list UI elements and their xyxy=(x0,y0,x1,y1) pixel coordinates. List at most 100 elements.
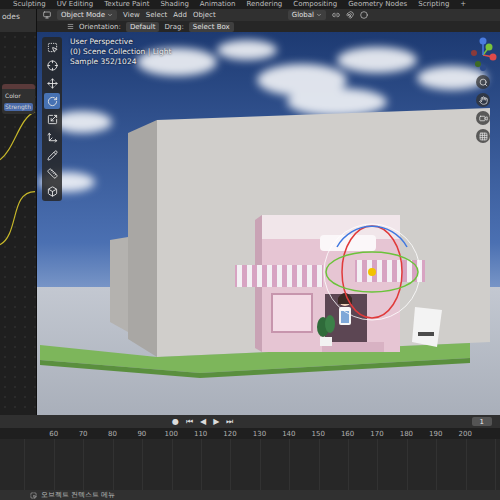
scale-icon xyxy=(47,114,58,125)
wall-block xyxy=(110,237,128,332)
measure-icon xyxy=(47,168,58,179)
playback-control[interactable]: ◀ xyxy=(200,417,206,426)
current-frame-field[interactable]: 1 xyxy=(472,417,492,426)
workspace-tab[interactable]: Shading xyxy=(159,0,189,9)
status-bar: 오브젝트 컨텍스트 메뉴 xyxy=(0,490,500,500)
hand-icon xyxy=(479,96,488,105)
transform-dropdown[interactable]: Global xyxy=(288,10,326,20)
ruler-label: 160 xyxy=(333,430,362,438)
workspace-tab[interactable]: Texture Paint xyxy=(103,0,150,9)
ruler-label: 60 xyxy=(39,430,68,438)
node-field[interactable]: Color xyxy=(4,92,33,100)
tool-button[interactable] xyxy=(44,57,60,73)
info-line: Sample 352/1024 xyxy=(70,57,171,67)
node-canvas[interactable]: Color Strength xyxy=(0,32,36,415)
axis-gizmo-icon[interactable] xyxy=(469,37,497,71)
tool-button[interactable] xyxy=(44,147,60,163)
mode-dropdown[interactable]: Object Mode xyxy=(57,10,117,20)
shop xyxy=(235,215,442,352)
rotate-icon xyxy=(47,96,58,107)
pivot-icon[interactable] xyxy=(332,11,340,19)
zoom-icon xyxy=(479,78,488,87)
add-cube-icon xyxy=(47,186,58,197)
playback-control[interactable]: ▶ xyxy=(213,417,219,426)
ruler-label: 110 xyxy=(186,430,215,438)
move-icon xyxy=(47,78,58,89)
orientation-dropdown[interactable]: Default xyxy=(126,22,160,32)
frame-ruler[interactable]: 6070809010011012013014015016017018019020… xyxy=(0,428,500,439)
workspace-tab[interactable]: Sculpting xyxy=(12,0,47,9)
viewport-info: User Perspective(0) Scene Collection | L… xyxy=(70,37,171,67)
nav-button[interactable] xyxy=(476,129,490,143)
add-workspace-button[interactable]: + xyxy=(459,0,467,9)
workspace-tab[interactable]: Geometry Nodes xyxy=(347,0,408,9)
render-view[interactable] xyxy=(37,32,500,415)
tool-button[interactable] xyxy=(44,129,60,145)
camera-icon xyxy=(479,114,488,123)
mouse-icon xyxy=(30,492,37,499)
timeline-track[interactable] xyxy=(0,439,500,490)
tool-button[interactable] xyxy=(44,111,60,127)
emission-node[interactable]: Color Strength xyxy=(2,84,35,114)
ruler-label: 120 xyxy=(215,430,244,438)
workspace-tab[interactable]: Scripting xyxy=(417,0,450,9)
workspace-tab[interactable]: Compositing xyxy=(292,0,338,9)
drag-label: Drag: xyxy=(164,23,183,31)
tool-button[interactable] xyxy=(44,39,60,55)
header-menu[interactable]: Select xyxy=(146,11,168,19)
header-menu[interactable]: Object xyxy=(193,11,216,19)
timeline-header: ● ⏮ ◀ ▶ ⏭ 1 xyxy=(0,415,500,428)
viewport-header: Object Mode View Select Add Object Global xyxy=(37,9,500,21)
editor-row: odes Color Strength Object Mode View Select Ad… xyxy=(0,9,500,415)
ruler-label: 190 xyxy=(421,430,450,438)
tool-settings-bar: Orientation: Default Drag: Select Box xyxy=(37,21,500,32)
playback-control[interactable]: ⏮ xyxy=(186,417,193,427)
tool-button[interactable] xyxy=(44,93,60,109)
ruler-label: 150 xyxy=(304,430,333,438)
info-line: User Perspective xyxy=(70,37,171,47)
nav-button[interactable] xyxy=(476,93,490,107)
ruler-label: 90 xyxy=(127,430,156,438)
workspace-bar: Sculpting UV Editing Texture Paint Shading A… xyxy=(0,0,500,9)
chevron-icon xyxy=(107,12,113,18)
orientation-label: Orientation: xyxy=(79,23,121,31)
ruler-label: 80 xyxy=(98,430,127,438)
ruler-label: 170 xyxy=(362,430,391,438)
workspace-tab[interactable]: UV Editing xyxy=(56,0,95,9)
workspace-tab[interactable]: Rendering xyxy=(246,0,284,9)
editor-type-icon[interactable] xyxy=(43,11,51,19)
blender-window: Sculpting UV Editing Texture Paint Shading A… xyxy=(0,0,500,500)
grass-edge xyxy=(40,358,470,378)
nav-button[interactable] xyxy=(476,111,490,125)
drag-dropdown[interactable]: Select Box xyxy=(189,22,234,32)
transform-icon xyxy=(47,132,58,143)
tool-button[interactable] xyxy=(44,165,60,181)
rotate-gizmo[interactable] xyxy=(324,224,420,320)
node-editor-header: odes xyxy=(0,9,36,32)
header-menu[interactable]: View xyxy=(123,11,140,19)
wall-side xyxy=(128,120,157,357)
ruler-label: 130 xyxy=(245,430,274,438)
tool-button[interactable] xyxy=(44,75,60,91)
menu-icon[interactable] xyxy=(67,23,74,30)
wall-front xyxy=(157,108,490,357)
ruler-label: 70 xyxy=(68,430,97,438)
proportional-icon[interactable] xyxy=(360,11,368,19)
cursor-icon xyxy=(47,60,58,71)
nav-button[interactable] xyxy=(476,75,490,89)
node-field[interactable]: Strength xyxy=(4,103,33,111)
sky xyxy=(37,32,500,415)
ruler-label: 100 xyxy=(157,430,186,438)
tool-button[interactable] xyxy=(44,183,60,199)
overlay-spacer xyxy=(179,37,461,410)
viewport[interactable]: User Perspective(0) Scene Collection | L… xyxy=(37,32,500,415)
ruler-label: 140 xyxy=(274,430,303,438)
timeline: ●⏮◀▶⏭16070809010011012013014015016017018… xyxy=(0,415,500,490)
playback-control[interactable]: ⏭ xyxy=(226,417,233,427)
header-menu[interactable]: Add xyxy=(173,11,187,19)
status-text: 오브젝트 컨텍스트 메뉴 xyxy=(41,490,115,500)
snap-icon[interactable] xyxy=(346,11,354,19)
playback-control[interactable]: ● xyxy=(172,417,179,426)
navigation-gizmo xyxy=(469,37,497,410)
workspace-tab[interactable]: Animation xyxy=(199,0,237,9)
